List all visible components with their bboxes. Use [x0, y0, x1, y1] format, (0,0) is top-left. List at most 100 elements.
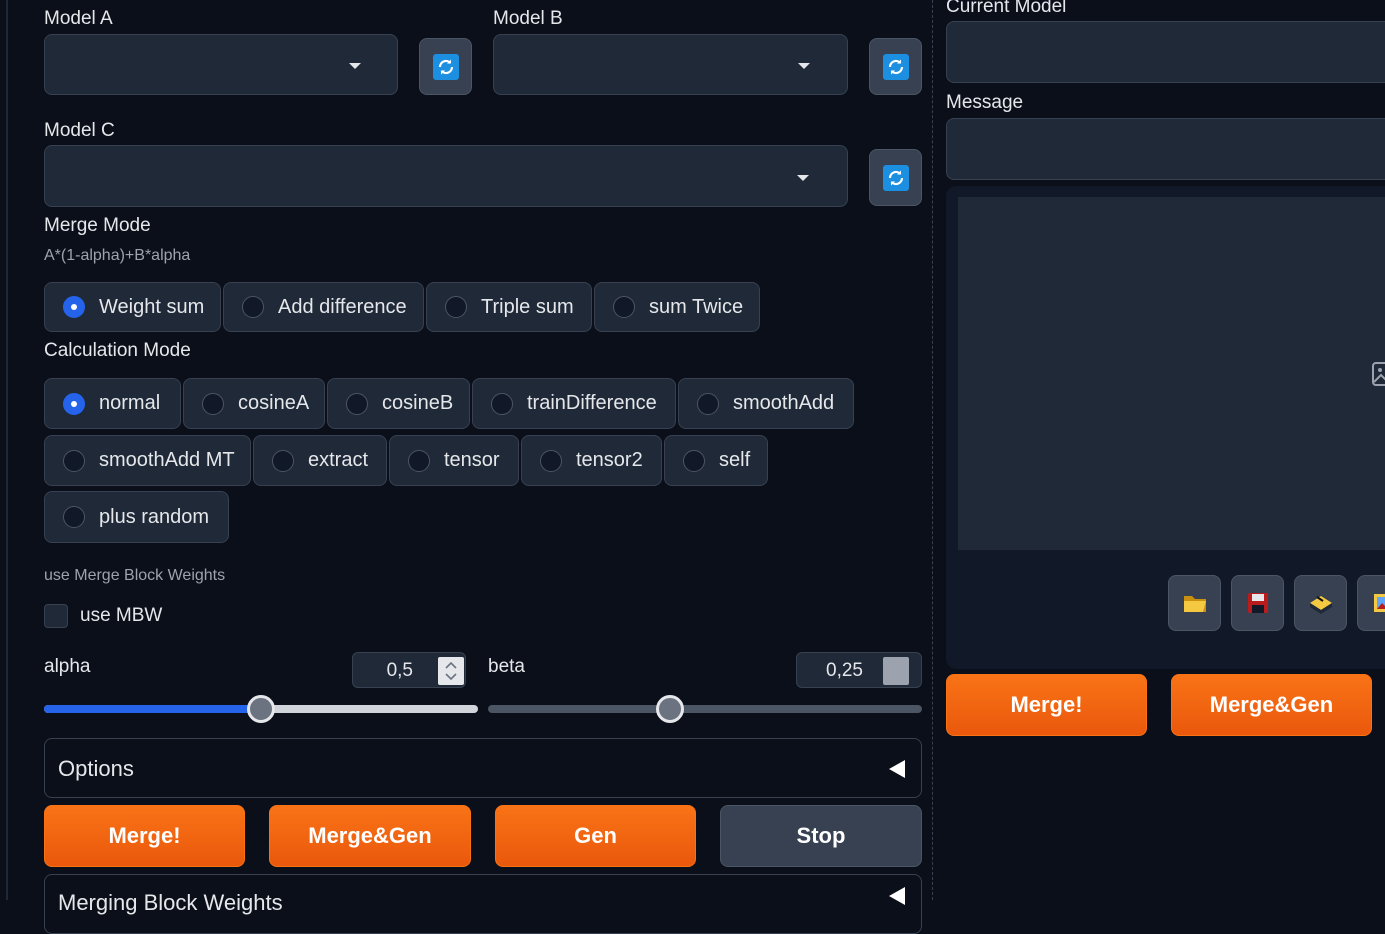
refresh-model-b-button[interactable] [869, 38, 922, 95]
radio-icon [613, 296, 635, 318]
beta-value: 0,25 [826, 660, 863, 682]
merge-mode-option-weight-sum[interactable]: Weight sum [44, 282, 221, 332]
refresh-icon [883, 54, 909, 80]
output-gallery-panel [946, 186, 1385, 669]
calc-mode-option-self[interactable]: self [664, 435, 768, 486]
calc-mode-option-traindifference[interactable]: trainDifference [472, 378, 676, 429]
option-label: Add difference [278, 296, 407, 319]
radio-icon [408, 450, 430, 472]
save-button[interactable] [1231, 575, 1284, 631]
right-merge-button[interactable]: Merge! [946, 674, 1147, 736]
model-c-label: Model C [44, 120, 115, 142]
refresh-model-c-button[interactable] [869, 149, 922, 206]
refresh-icon [883, 165, 909, 191]
option-label: smoothAdd [733, 392, 834, 415]
radio-icon [491, 393, 513, 415]
calc-mode-option-tensor[interactable]: tensor [389, 435, 519, 486]
save-icon [1246, 591, 1270, 615]
image-placeholder-icon [1371, 361, 1385, 392]
calc-mode-label: Calculation Mode [44, 340, 191, 362]
model-b-label: Model B [493, 8, 563, 30]
merge-mode-option-triple-sum[interactable]: Triple sum [426, 282, 592, 332]
merge-mode-label: Merge Mode [44, 215, 151, 237]
folder-button[interactable] [1168, 575, 1221, 631]
collapse-triangle-icon [889, 760, 905, 778]
merge-mode-option-add-difference[interactable]: Add difference [223, 282, 424, 332]
merge-gen-button[interactable]: Merge&Gen [269, 805, 471, 867]
calc-mode-option-cosinea[interactable]: cosineA [183, 378, 325, 429]
gen-button[interactable]: Gen [495, 805, 696, 867]
option-label: Weight sum [99, 296, 204, 319]
stop-button[interactable]: Stop [720, 805, 922, 867]
model-a-label: Model A [44, 8, 113, 30]
option-label: trainDifference [527, 392, 657, 415]
model-c-dropdown[interactable] [44, 145, 848, 207]
right-merge-gen-button[interactable]: Merge&Gen [1171, 674, 1372, 736]
beta-number-input[interactable]: 0,25 [796, 652, 922, 688]
calc-mode-option-extract[interactable]: extract [253, 435, 387, 486]
archive-icon [1307, 591, 1335, 615]
radio-icon [683, 450, 705, 472]
option-label: self [719, 449, 750, 472]
column-divider [932, 0, 933, 900]
merging-block-weights-accordion[interactable]: Merging Block Weights [44, 874, 922, 934]
radio-icon [202, 393, 224, 415]
mbw-section-label: use Merge Block Weights [44, 567, 225, 585]
calc-mode-option-plus-random[interactable]: plus random [44, 491, 229, 543]
calc-mode-option-normal[interactable]: normal [44, 378, 181, 429]
calc-mode-option-smoothadd[interactable]: smoothAdd [678, 378, 854, 429]
refresh-model-a-button[interactable] [419, 38, 472, 95]
alpha-slider-thumb[interactable] [247, 695, 275, 723]
chevron-down-icon [349, 63, 361, 69]
model-a-dropdown[interactable] [44, 34, 398, 95]
option-label: tensor [444, 449, 500, 472]
radio-icon [445, 296, 467, 318]
current-model-field [946, 21, 1385, 83]
option-label: normal [99, 392, 160, 415]
beta-label: beta [488, 656, 525, 678]
alpha-label: alpha [44, 656, 91, 678]
options-accordion-label: Options [58, 756, 134, 782]
calc-mode-option-tensor2[interactable]: tensor2 [521, 435, 662, 486]
calc-mode-option-cosineb[interactable]: cosineB [327, 378, 470, 429]
alpha-slider-fill [44, 705, 261, 713]
use-mbw-checkbox[interactable] [44, 604, 68, 628]
alpha-value: 0,5 [387, 660, 413, 682]
alpha-spinner[interactable] [438, 657, 464, 685]
beta-slider-thumb[interactable] [656, 695, 684, 723]
message-field [946, 118, 1385, 180]
option-label: cosineA [238, 392, 309, 415]
merge-mode-formula: A*(1-alpha)+B*alpha [44, 247, 190, 265]
option-label: Triple sum [481, 296, 574, 319]
radio-icon [346, 393, 368, 415]
radio-icon [63, 506, 85, 528]
calc-mode-option-smoothadd-mt[interactable]: smoothAdd MT [44, 435, 251, 486]
merge-button[interactable]: Merge! [44, 805, 245, 867]
collapse-triangle-icon [889, 887, 905, 905]
radio-icon [63, 450, 85, 472]
radio-selected-icon [63, 296, 85, 318]
left-edge-rule [6, 0, 8, 900]
output-image-area [958, 197, 1385, 550]
option-label: plus random [99, 506, 209, 529]
alpha-number-input[interactable]: 0,5 [352, 652, 466, 688]
beta-spinner[interactable] [883, 657, 909, 685]
image-icon [1372, 591, 1385, 615]
option-label: sum Twice [649, 296, 743, 319]
merge-mode-option-sum-twice[interactable]: sum Twice [594, 282, 760, 332]
current-model-label: Current Model [946, 0, 1066, 18]
refresh-icon [433, 54, 459, 80]
option-label: cosineB [382, 392, 453, 415]
chevron-down-icon [797, 175, 809, 181]
chevron-down-icon [798, 63, 810, 69]
option-label: smoothAdd MT [99, 449, 235, 472]
options-accordion[interactable]: Options [44, 738, 922, 798]
option-label: tensor2 [576, 449, 643, 472]
radio-selected-icon [63, 393, 85, 415]
beta-slider-track[interactable] [488, 705, 922, 713]
radio-icon [272, 450, 294, 472]
radio-icon [697, 393, 719, 415]
model-b-dropdown[interactable] [493, 34, 848, 95]
image-button[interactable] [1357, 575, 1385, 631]
archive-button[interactable] [1294, 575, 1347, 631]
